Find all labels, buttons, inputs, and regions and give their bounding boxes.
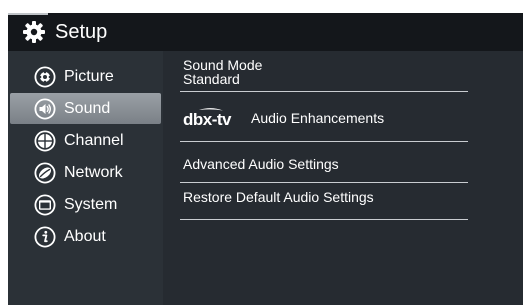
sidebar-item-sound[interactable]: Sound <box>10 93 161 124</box>
restore-default-audio-item[interactable]: Restore Default Audio Settings <box>183 190 473 204</box>
header-accent-line <box>8 13 48 15</box>
sidebar: Picture Sound Channel Network System Abo… <box>8 51 163 305</box>
advanced-audio-settings-item[interactable]: Advanced Audio Settings <box>183 157 473 171</box>
divider <box>180 91 468 92</box>
sidebar-item-label: About <box>64 227 106 245</box>
dbx-tv-logo: dbx-tv <box>183 108 233 129</box>
sidebar-item-label: Picture <box>64 67 114 85</box>
channel-grid-icon <box>34 129 56 152</box>
info-icon <box>34 225 56 248</box>
sidebar-item-label: Channel <box>64 131 124 149</box>
picture-icon <box>34 65 56 88</box>
gear-icon <box>23 21 45 43</box>
divider <box>180 182 468 183</box>
restore-default-audio-label: Restore Default Audio Settings <box>183 189 374 205</box>
header-bar: Setup <box>8 13 523 51</box>
setup-screen: Setup Picture Sound Channel Network Syst… <box>8 13 523 305</box>
sound-mode-label: Sound Mode <box>183 57 263 73</box>
divider <box>180 219 468 220</box>
sidebar-item-label: Sound <box>64 99 111 117</box>
sound-mode-value: Standard <box>183 71 240 87</box>
page-title: Setup <box>55 21 108 43</box>
system-icon <box>34 193 56 216</box>
network-icon <box>34 161 56 184</box>
sidebar-item-network[interactable]: Network <box>8 157 163 188</box>
sound-settings-panel: Sound Mode Standard dbx-tv Audio Enhance… <box>163 51 523 305</box>
sidebar-item-label: Network <box>64 163 123 181</box>
advanced-audio-settings-label: Advanced Audio Settings <box>183 156 339 172</box>
audio-enhancements-label: Audio Enhancements <box>251 110 385 126</box>
sidebar-item-channel[interactable]: Channel <box>8 125 163 156</box>
sidebar-item-picture[interactable]: Picture <box>8 61 163 92</box>
speaker-icon <box>34 97 56 120</box>
audio-enhancements-setting[interactable]: dbx-tv Audio Enhancements <box>183 107 473 129</box>
sidebar-item-system[interactable]: System <box>8 189 163 220</box>
sidebar-item-about[interactable]: About <box>8 221 163 252</box>
sound-mode-setting[interactable]: Sound Mode Standard <box>183 58 473 86</box>
svg-text:dbx-tv: dbx-tv <box>183 110 232 129</box>
divider <box>180 141 468 142</box>
sidebar-item-label: System <box>64 195 118 213</box>
